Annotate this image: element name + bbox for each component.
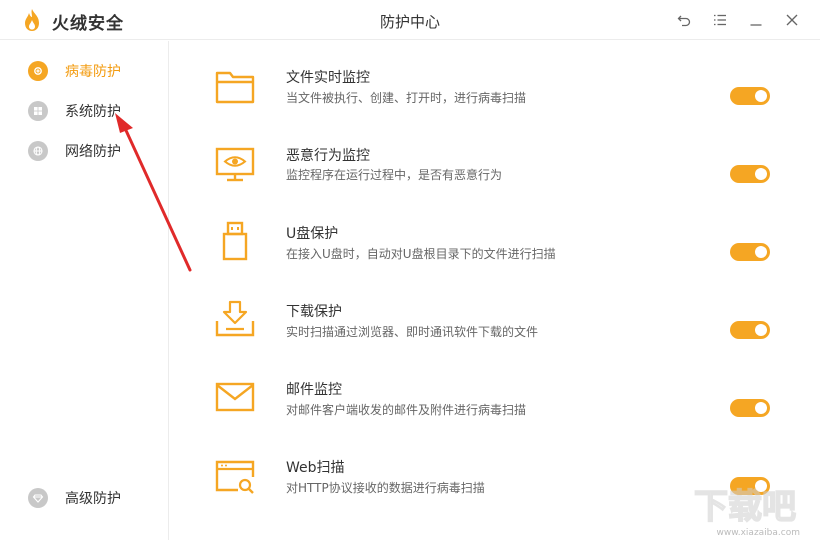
- sidebar-item-label: 高级防护: [65, 491, 121, 507]
- item-description: 监控程序在运行过程中，是否有恶意行为: [286, 168, 503, 182]
- windows-icon: [28, 101, 48, 121]
- close-button[interactable]: [780, 8, 804, 32]
- item-description: 对HTTP协议接收的数据进行病毒扫描: [286, 481, 485, 495]
- item-title: 文件实时监控: [286, 70, 370, 86]
- menu-icon: [714, 14, 726, 26]
- sidebar-item-network-protection[interactable]: 网络防护: [28, 139, 121, 163]
- flame-logo-icon: [25, 9, 39, 31]
- toggle-knob: [755, 246, 767, 258]
- item-title: 邮件监控: [286, 382, 342, 398]
- monitor-eye-icon: [214, 145, 256, 185]
- sidebar-item-label: 系统防护: [65, 104, 121, 120]
- download-tray-icon: [214, 299, 256, 339]
- window-title: 防护中心: [379, 13, 440, 31]
- browser-search-icon: [214, 457, 256, 497]
- list-item-behavior-monitor: 恶意行为监控 监控程序在运行过程中，是否有恶意行为: [170, 139, 820, 217]
- item-description: 当文件被执行、创建、打开时，进行病毒扫描: [286, 91, 527, 105]
- usb-drive-icon: [214, 221, 256, 261]
- download-protection-toggle[interactable]: [730, 321, 770, 339]
- item-title: 恶意行为监控: [286, 148, 370, 164]
- watermark-url: www.xiazaiba.com: [716, 528, 800, 538]
- toggle-knob: [755, 90, 767, 102]
- list-item-usb-protection: U盘保护 在接入U盘时，自动对U盘根目录下的文件进行扫描: [170, 217, 820, 295]
- undo-icon: [677, 15, 691, 27]
- back-button[interactable]: [672, 8, 696, 32]
- toggle-knob: [755, 402, 767, 414]
- item-title: Web扫描: [286, 460, 345, 476]
- protection-list: 文件实时监控 当文件被执行、创建、打开时，进行病毒扫描 恶意行为监控 监控程序在…: [170, 41, 820, 540]
- usb-protection-toggle[interactable]: [730, 243, 770, 261]
- mail-monitor-toggle[interactable]: [730, 399, 770, 417]
- folder-icon: [214, 67, 256, 107]
- app-window: 火绒安全 防护中心 病毒防护 系统防护 网络防护 高级防护 文件实时监控 当文件…: [0, 0, 820, 540]
- list-item-download-protection: 下载保护 实时扫描通过浏览器、即时通讯软件下载的文件: [170, 295, 820, 373]
- close-icon: [786, 14, 798, 26]
- watermark-logo: 下载吧: [693, 486, 797, 526]
- mail-icon: [214, 377, 256, 417]
- sidebar-item-label: 病毒防护: [65, 64, 121, 80]
- item-title: U盘保护: [286, 226, 339, 242]
- toggle-knob: [755, 168, 767, 180]
- file-monitor-toggle[interactable]: [730, 87, 770, 105]
- sidebar: 病毒防护 系统防护 网络防护 高级防护: [0, 41, 169, 540]
- toggle-knob: [755, 324, 767, 336]
- item-description: 实时扫描通过浏览器、即时通讯软件下载的文件: [286, 325, 539, 339]
- behavior-monitor-toggle[interactable]: [730, 165, 770, 183]
- sidebar-item-system-protection[interactable]: 系统防护: [28, 99, 121, 123]
- svg-text:下载吧: 下载吧: [694, 487, 796, 526]
- sidebar-item-virus-protection[interactable]: 病毒防护: [28, 59, 121, 83]
- sidebar-item-label: 网络防护: [65, 144, 121, 160]
- item-title: 下载保护: [286, 304, 342, 320]
- minimize-button[interactable]: [744, 8, 768, 32]
- title-bar: 火绒安全 防护中心: [0, 0, 820, 40]
- brand-name: 火绒安全: [52, 14, 124, 34]
- list-item-file-monitor: 文件实时监控 当文件被执行、创建、打开时，进行病毒扫描: [170, 61, 820, 139]
- item-description: 对邮件客户端收发的邮件及附件进行病毒扫描: [286, 403, 527, 417]
- globe-icon: [28, 141, 48, 161]
- item-description: 在接入U盘时，自动对U盘根目录下的文件进行扫描: [286, 247, 556, 261]
- minimize-icon: [750, 24, 762, 26]
- diamond-icon: [28, 488, 48, 508]
- sidebar-item-advanced-protection[interactable]: 高级防护: [28, 486, 121, 510]
- list-item-mail-monitor: 邮件监控 对邮件客户端收发的邮件及附件进行病毒扫描: [170, 373, 820, 451]
- plus-circle-icon: [28, 61, 48, 81]
- menu-button[interactable]: [708, 8, 732, 32]
